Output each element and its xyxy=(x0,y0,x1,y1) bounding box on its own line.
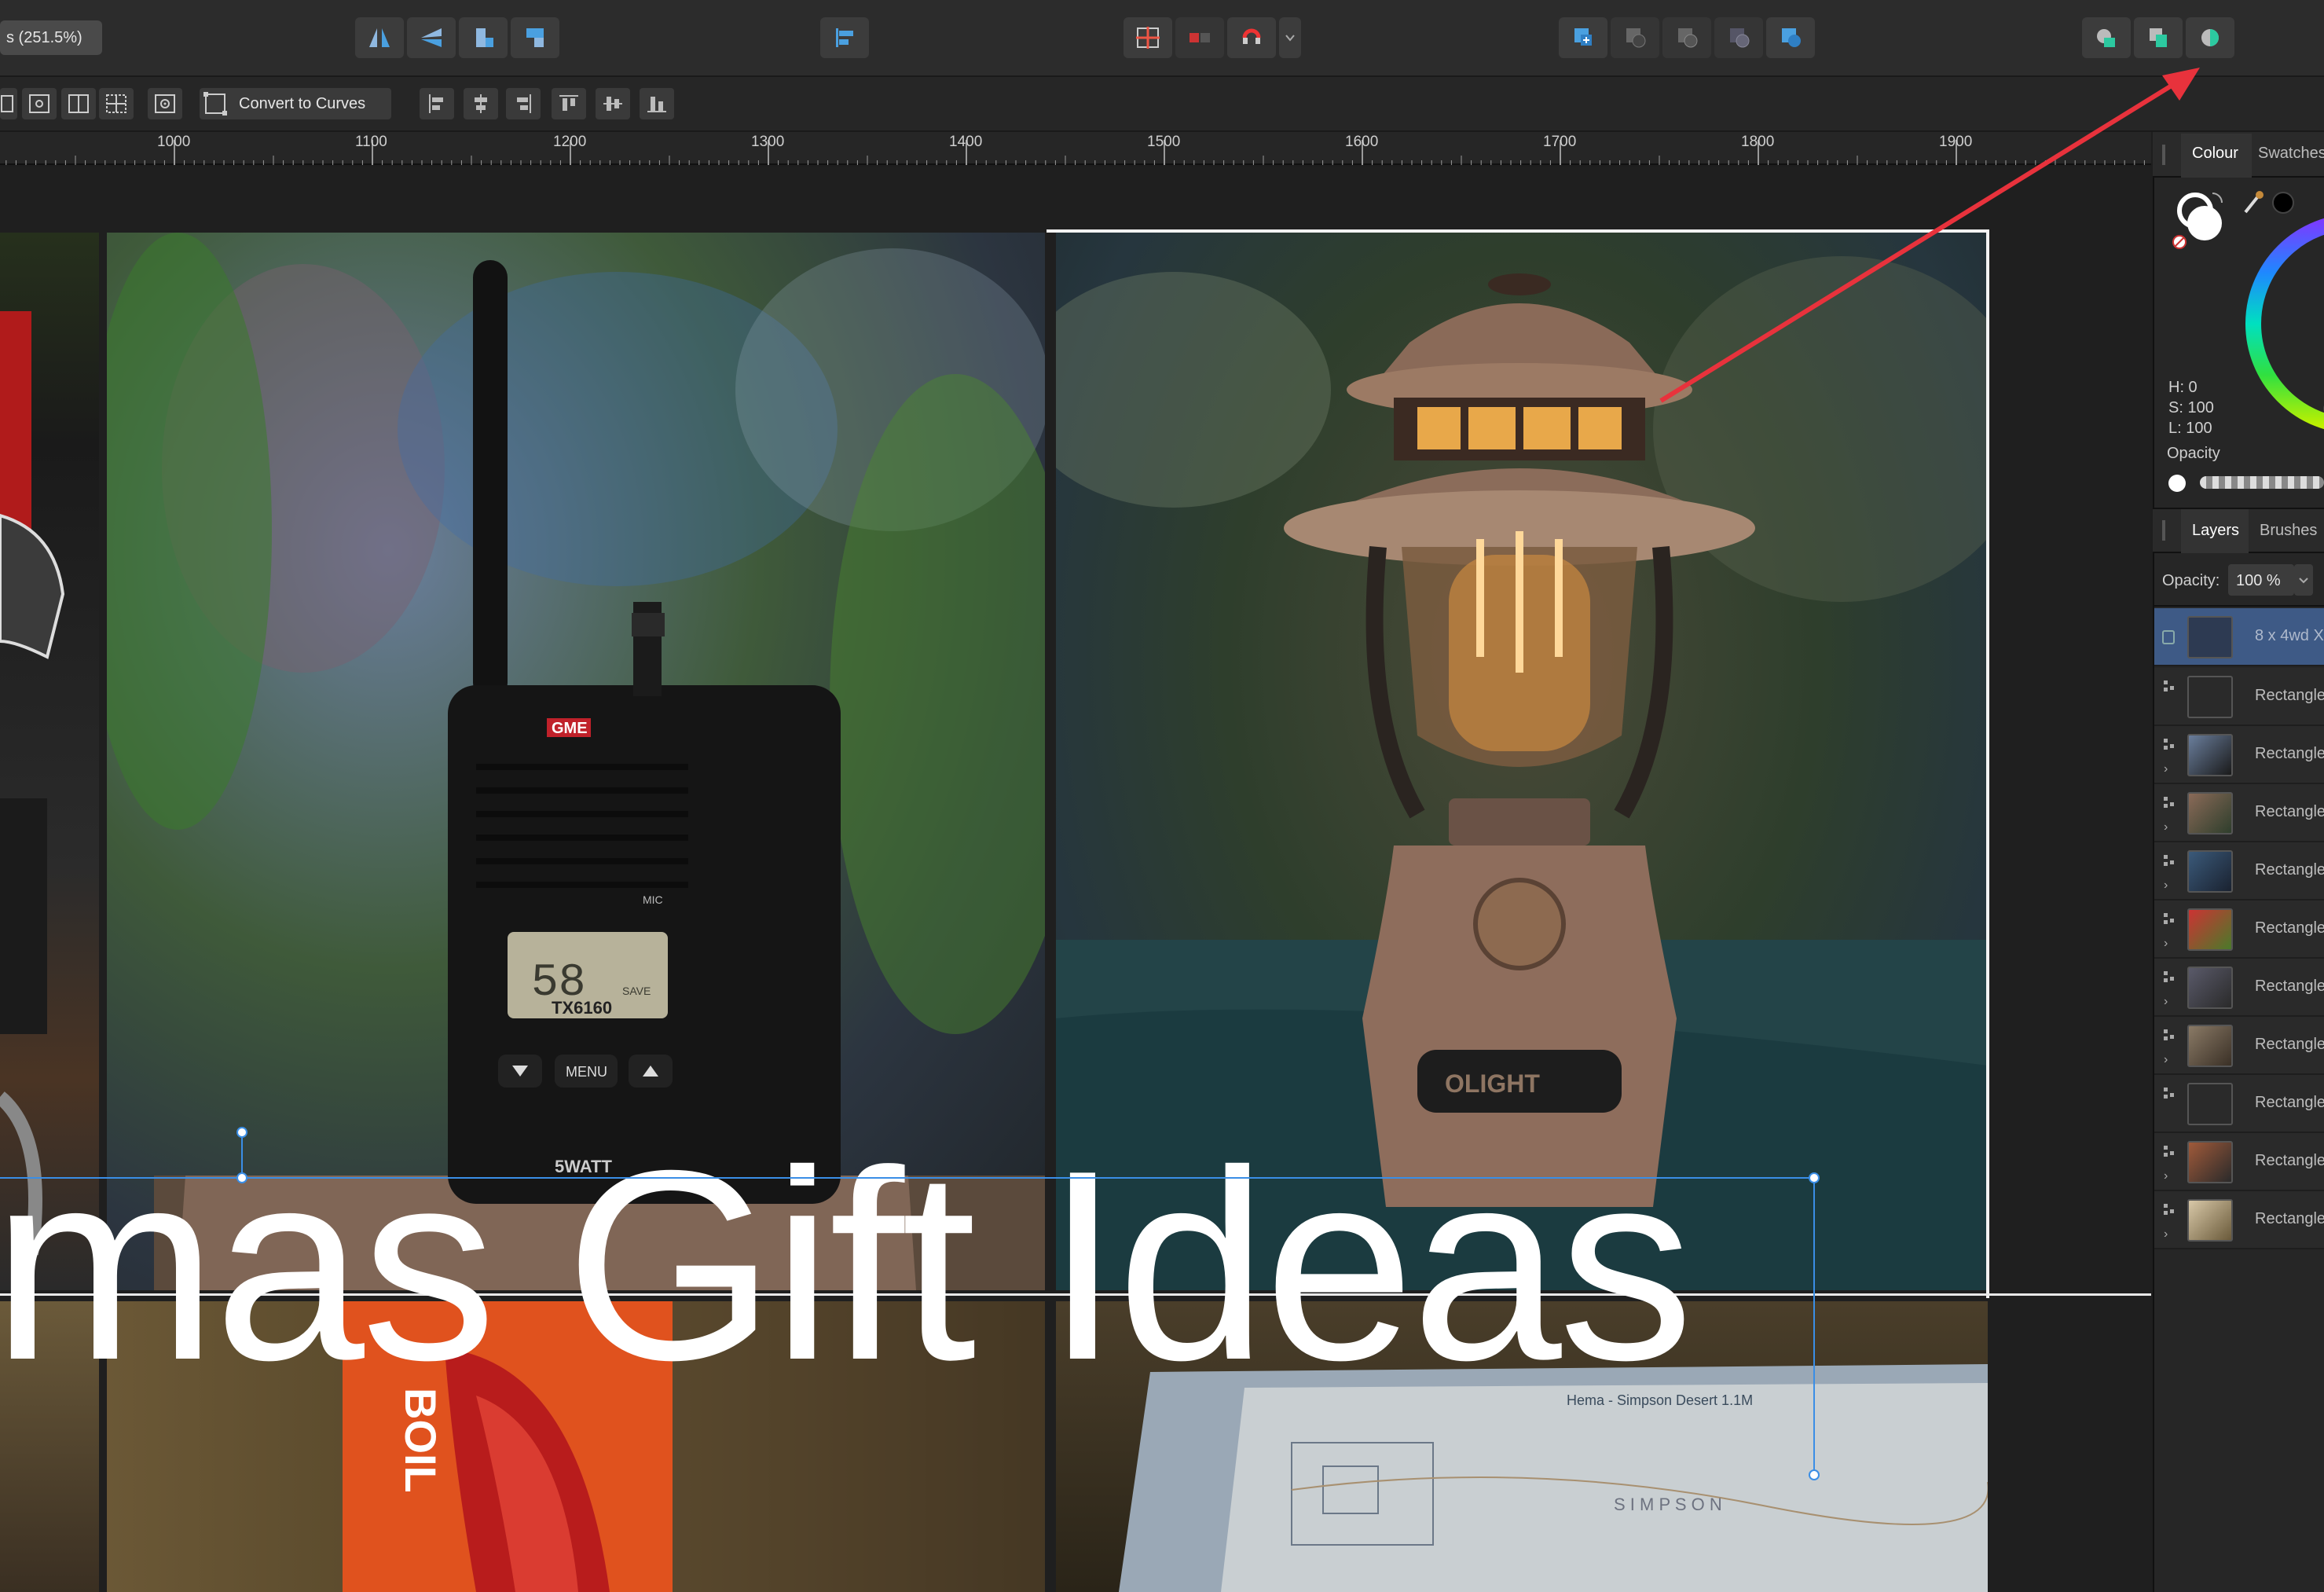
layers-opacity-value: 100 % xyxy=(2236,572,2281,589)
layer-name: 8 x 4wd X xyxy=(2255,627,2324,644)
hsl-l-value: L: 100 xyxy=(2168,420,2212,437)
layer-row[interactable]: › Rectangle xyxy=(2154,726,2324,784)
layers-opacity-field[interactable]: 100 % xyxy=(2228,564,2294,596)
layer-name: Rectangle xyxy=(2255,861,2324,879)
layer-row[interactable]: › Rectangle xyxy=(2154,1191,2324,1249)
layer-name: Rectangle xyxy=(2255,978,2324,995)
tab-colour-label: Colour xyxy=(2192,145,2238,162)
layer-row[interactable]: Rectangle xyxy=(2154,1075,2324,1133)
layer-thumbnail xyxy=(2187,1141,2233,1183)
fill-stroke-icon xyxy=(2172,193,2223,249)
layer-thumbnail xyxy=(2187,676,2233,718)
layer-thumbnail xyxy=(2187,1199,2233,1242)
layer-name: Rectangle xyxy=(2255,745,2324,762)
panel-grip-icon[interactable] xyxy=(2162,520,2165,541)
layer-row[interactable]: › Rectangle xyxy=(2154,842,2324,901)
layer-name: Rectangle xyxy=(2255,1152,2324,1169)
layer-options-icon xyxy=(2164,1029,2174,1040)
colour-picker-swatch[interactable] xyxy=(2272,192,2294,214)
layer-name: Rectangle xyxy=(2255,803,2324,820)
layer-thumbnail xyxy=(2187,967,2233,1009)
layer-options-icon xyxy=(2164,913,2174,924)
layer-options-icon xyxy=(2164,680,2174,691)
layer-name: Rectangle xyxy=(2255,919,2324,937)
tab-layers-label: Layers xyxy=(2192,522,2240,539)
layer-row[interactable]: › Rectangle xyxy=(2154,784,2324,842)
layer-name: Rectangle xyxy=(2255,1036,2324,1053)
layer-expand-chevron-icon[interactable]: › xyxy=(2164,995,2168,1009)
layer-thumbnail xyxy=(2187,850,2233,893)
layer-thumbnail xyxy=(2187,734,2233,776)
layer-expand-chevron-icon[interactable]: › xyxy=(2164,1227,2168,1242)
layer-expand-chevron-icon[interactable]: › xyxy=(2164,762,2168,776)
opacity-label: Opacity xyxy=(2167,445,2220,462)
layers-opacity-dropdown[interactable] xyxy=(2294,564,2313,596)
layers-opacity-label: Opacity: xyxy=(2162,572,2220,589)
layer-row[interactable]: › Rectangle xyxy=(2154,959,2324,1017)
opacity-slider-track[interactable] xyxy=(2200,476,2324,489)
layer-thumbnail xyxy=(2187,1083,2233,1125)
colour-wheel-graphic xyxy=(2245,218,2324,429)
layer-name: Rectangle xyxy=(2255,687,2324,704)
eyedropper-icon[interactable] xyxy=(2241,189,2264,217)
layer-thumbnail xyxy=(2187,908,2233,951)
layer-options-icon xyxy=(2164,1088,2174,1099)
colour-wheel[interactable] xyxy=(2245,214,2324,442)
eyedropper-graphic xyxy=(2244,191,2264,214)
fill-stroke-swatch[interactable] xyxy=(2170,189,2227,250)
chevron-down-icon xyxy=(2299,578,2308,584)
layer-row[interactable]: › Rectangle xyxy=(2154,901,2324,959)
layer-expand-chevron-icon[interactable]: › xyxy=(2164,820,2168,835)
layer-expand-chevron-icon[interactable]: › xyxy=(2164,879,2168,893)
layer-options-icon xyxy=(2164,739,2174,750)
annotation-arrow xyxy=(1659,68,2200,403)
layer-options-icon xyxy=(2164,971,2174,982)
text-layer-icon xyxy=(2162,630,2175,644)
layers-divider xyxy=(2154,605,2324,607)
layer-name: Rectangle xyxy=(2255,1210,2324,1227)
layer-row[interactable]: › Rectangle xyxy=(2154,1133,2324,1191)
layer-thumbnail xyxy=(2187,616,2233,658)
hsl-h-value: H: 0 xyxy=(2168,379,2198,396)
tab-colour[interactable]: Colour xyxy=(2181,134,2252,178)
panel-grip-icon[interactable] xyxy=(2162,145,2165,165)
layer-options-icon xyxy=(2164,855,2174,866)
layer-row[interactable]: › Rectangle xyxy=(2154,1017,2324,1075)
layer-options-icon xyxy=(2164,1204,2174,1215)
layer-expand-chevron-icon[interactable]: › xyxy=(2164,1053,2168,1067)
layer-options-icon xyxy=(2164,1146,2174,1157)
layer-thumbnail xyxy=(2187,792,2233,835)
layer-options-icon xyxy=(2164,797,2174,808)
hsl-s-value: S: 100 xyxy=(2168,399,2214,416)
tab-swatches[interactable]: Swatches xyxy=(2258,145,2324,163)
opacity-slider-knob[interactable] xyxy=(2168,475,2186,492)
layer-thumbnail xyxy=(2187,1025,2233,1067)
layer-row[interactable]: 8 x 4wd X xyxy=(2154,608,2324,666)
tab-brushes[interactable]: Brushes xyxy=(2260,522,2317,540)
layer-expand-chevron-icon[interactable]: › xyxy=(2164,1169,2168,1183)
layer-expand-chevron-icon[interactable]: › xyxy=(2164,937,2168,951)
layer-name: Rectangle xyxy=(2255,1094,2324,1111)
tab-layers[interactable]: Layers xyxy=(2181,509,2249,553)
layer-row[interactable]: Rectangle xyxy=(2154,668,2324,726)
